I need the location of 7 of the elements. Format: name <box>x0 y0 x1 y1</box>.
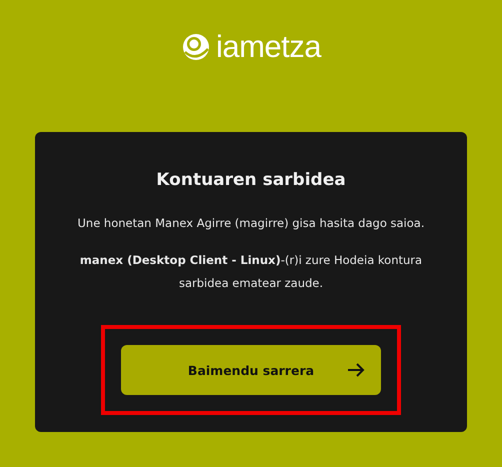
card-title: Kontuaren sarbidea <box>156 170 346 190</box>
message-text: Une honetan Manex Agirre (magirre) gisa hasita dago saioa. <box>78 215 424 232</box>
grant-access-button[interactable]: Baimendu sarrera <box>121 345 381 395</box>
logo-icon <box>180 32 211 62</box>
message-text: manex (Desktop Client - Linux)-(r)i zure Hodeia kontura sarbidea ematear zaude. <box>78 252 424 292</box>
arrow-right-icon <box>347 362 365 378</box>
logo-text: iametza <box>216 30 322 64</box>
